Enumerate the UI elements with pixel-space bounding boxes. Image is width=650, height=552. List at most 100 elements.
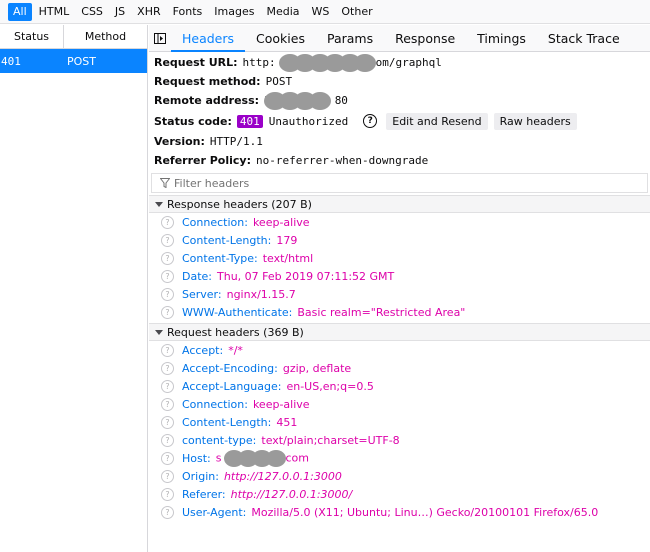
header-help-icon[interactable]: ? bbox=[161, 487, 174, 501]
header-value: nginx/1.15.7 bbox=[226, 287, 296, 301]
request-row[interactable]: 401 POST bbox=[0, 49, 147, 73]
header-value: keep-alive bbox=[252, 215, 310, 229]
header-name: Origin: bbox=[182, 469, 219, 483]
filter-other-button[interactable]: Other bbox=[336, 3, 377, 21]
header-help-icon[interactable]: ? bbox=[161, 233, 174, 247]
status-code-row: Status code: 401 Unauthorized ? Edit and… bbox=[154, 110, 650, 132]
details-tabs: Headers Cookies Params Response Timings … bbox=[149, 25, 650, 52]
request-method: POST bbox=[67, 54, 96, 68]
edit-and-resend-button[interactable]: Edit and Resend bbox=[386, 112, 488, 130]
remote-address-label: Remote address: bbox=[154, 94, 260, 107]
remote-address-row: Remote address: 380 bbox=[154, 91, 650, 110]
filter-icon bbox=[160, 178, 170, 188]
response-headers-title: Response headers (207 B) bbox=[167, 197, 312, 211]
header-row: ? Content-Type: text/html bbox=[149, 249, 650, 267]
header-help-icon[interactable]: ? bbox=[161, 451, 174, 465]
header-name: WWW-Authenticate: bbox=[182, 305, 293, 319]
header-help-icon[interactable]: ? bbox=[161, 305, 174, 319]
header-help-icon[interactable]: ? bbox=[161, 269, 174, 283]
header-help-icon[interactable]: ? bbox=[161, 397, 174, 411]
header-help-icon[interactable]: ? bbox=[161, 433, 174, 447]
column-status-header[interactable]: Status bbox=[0, 25, 64, 48]
header-name: content-type: bbox=[182, 433, 257, 447]
tab-timings[interactable]: Timings bbox=[466, 25, 537, 52]
response-headers-list: ? Connection: keep-alive ? Content-Length: 17… bbox=[149, 213, 650, 321]
help-icon[interactable]: ? bbox=[363, 114, 378, 128]
filter-css-button[interactable]: CSS bbox=[76, 3, 108, 21]
tab-cookies[interactable]: Cookies bbox=[245, 25, 316, 52]
version-row: Version: HTTP/1.1 bbox=[154, 132, 650, 151]
header-name: Connection: bbox=[182, 215, 248, 229]
header-help-icon[interactable]: ? bbox=[161, 251, 174, 265]
filter-images-button[interactable]: Images bbox=[209, 3, 259, 21]
header-value: http://127.0.0.1:3000 bbox=[223, 469, 342, 483]
header-name: Server: bbox=[182, 287, 222, 301]
header-value: text/plain;charset=UTF-8 bbox=[261, 433, 400, 447]
referrer-policy-row: Referrer Policy: no-referrer-when-downgr… bbox=[154, 151, 650, 170]
filter-media-button[interactable]: Media bbox=[261, 3, 304, 21]
header-name: Referer: bbox=[182, 487, 226, 501]
version-label: Version: bbox=[154, 135, 205, 148]
remote-address-value: 380 bbox=[263, 91, 348, 110]
filter-fonts-button[interactable]: Fonts bbox=[168, 3, 208, 21]
response-headers-section-toggle[interactable]: Response headers (207 B) bbox=[149, 195, 650, 213]
header-help-icon[interactable]: ? bbox=[161, 287, 174, 301]
redacted-blob bbox=[353, 53, 376, 72]
header-row: ? Connection: keep-alive bbox=[149, 213, 650, 231]
header-name: Host: bbox=[182, 451, 211, 465]
remote-address-suffix: 80 bbox=[334, 93, 348, 107]
request-headers-list: ? Accept: */*? Accept-Encoding: gzip, deflat… bbox=[149, 341, 650, 521]
tab-stack-trace[interactable]: Stack Trace bbox=[537, 25, 631, 52]
tab-params[interactable]: Params bbox=[316, 25, 384, 52]
filter-js-button[interactable]: JS bbox=[110, 3, 130, 21]
header-help-icon[interactable]: ? bbox=[161, 343, 174, 357]
filter-ws-button[interactable]: WS bbox=[307, 3, 335, 21]
header-row: ? Content-Length: 179 bbox=[149, 231, 650, 249]
tab-response[interactable]: Response bbox=[384, 25, 466, 52]
header-name: Content-Length: bbox=[182, 415, 272, 429]
request-headers-section-toggle[interactable]: Request headers (369 B) bbox=[149, 323, 650, 341]
collapse-triangle-icon bbox=[155, 201, 163, 207]
toggle-panel-icon[interactable] bbox=[149, 25, 171, 52]
header-value: en-US,en;q=0.5 bbox=[286, 379, 374, 393]
request-headers-title: Request headers (369 B) bbox=[167, 325, 304, 339]
request-method-value: POST bbox=[265, 75, 293, 88]
column-method-header[interactable]: Method bbox=[64, 25, 147, 48]
header-row: ? Accept-Encoding: gzip, deflate bbox=[149, 359, 650, 377]
header-row: ? WWW-Authenticate: Basic realm="Restricte… bbox=[149, 303, 650, 321]
header-help-icon[interactable]: ? bbox=[161, 379, 174, 393]
header-row: ? Origin: http://127.0.0.1:3000 bbox=[149, 467, 650, 485]
filter-headers-input[interactable]: Filter headers bbox=[151, 173, 648, 193]
header-help-icon[interactable]: ? bbox=[161, 505, 174, 519]
header-help-icon[interactable]: ? bbox=[161, 361, 174, 375]
header-name: Accept-Encoding: bbox=[182, 361, 278, 375]
header-help-icon[interactable]: ? bbox=[161, 215, 174, 229]
collapse-triangle-icon bbox=[155, 329, 163, 335]
filter-all-button[interactable]: All bbox=[8, 2, 32, 21]
request-summary: Request URL: http: om/graphql Request met… bbox=[149, 53, 650, 170]
header-value: */* bbox=[228, 343, 243, 357]
header-help-icon[interactable]: ? bbox=[161, 415, 174, 429]
header-value: Basic realm="Restricted Area" bbox=[297, 305, 466, 319]
header-help-icon[interactable]: ? bbox=[161, 469, 174, 483]
status-text: Unauthorized bbox=[268, 114, 349, 128]
request-type-filter-bar: All HTML CSS JS XHR Fonts Images Media W… bbox=[0, 0, 650, 24]
header-row: ? User-Agent: Mozilla/5.0 (X11; Ubuntu; Li… bbox=[149, 503, 650, 521]
redacted-blob bbox=[308, 91, 331, 110]
filter-xhr-button[interactable]: XHR bbox=[132, 3, 165, 21]
details-panel: Headers Cookies Params Response Timings … bbox=[149, 25, 650, 552]
request-url-label: Request URL: bbox=[154, 56, 238, 69]
header-value: 451 bbox=[276, 415, 298, 429]
request-url-suffix: om/graphql bbox=[375, 55, 442, 69]
filter-html-button[interactable]: HTML bbox=[34, 3, 75, 21]
request-status: 401 bbox=[1, 54, 21, 68]
header-row: ? Accept-Language: en-US,en;q=0.5 bbox=[149, 377, 650, 395]
host-value-prefix: s bbox=[215, 451, 222, 464]
raw-headers-button[interactable]: Raw headers bbox=[493, 112, 577, 130]
tab-headers[interactable]: Headers bbox=[171, 25, 246, 52]
header-row: ? Connection: keep-alive bbox=[149, 395, 650, 413]
header-value: text/html bbox=[262, 251, 314, 265]
header-value: Thu, 07 Feb 2019 07:11:52 GMT bbox=[217, 269, 395, 283]
header-value: s com bbox=[215, 449, 309, 467]
header-value: 179 bbox=[276, 233, 298, 247]
